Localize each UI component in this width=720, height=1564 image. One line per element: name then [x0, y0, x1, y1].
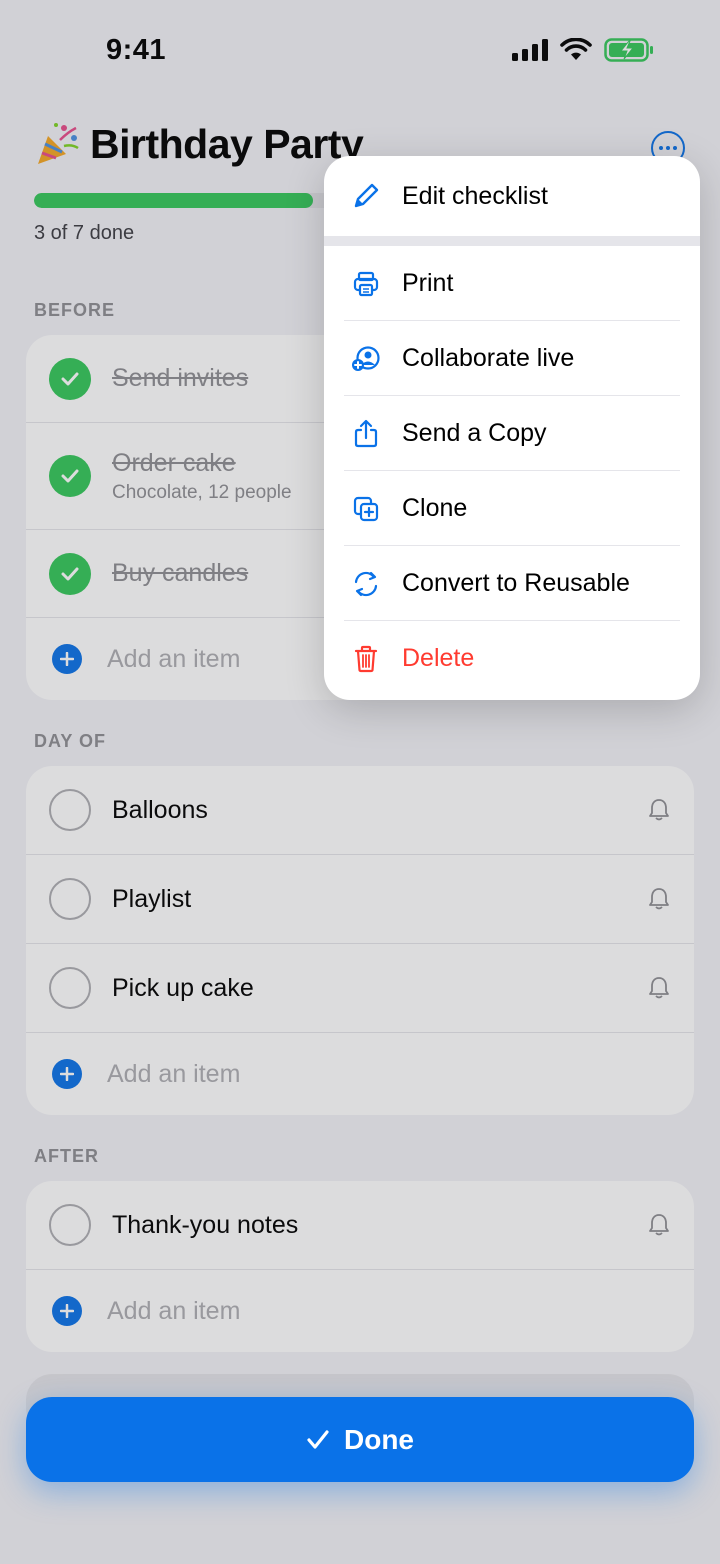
menu-item-print[interactable]: Print	[324, 246, 700, 321]
done-label: Done	[344, 1423, 414, 1455]
menu-item-label: Send a Copy	[402, 419, 547, 447]
menu-item-collaborate-live[interactable]: Collaborate live	[324, 321, 700, 396]
pencil-icon	[350, 180, 382, 212]
trash-icon	[350, 643, 382, 675]
context-menu: Edit checklist Print Collaborate live Se…	[324, 156, 700, 700]
menu-item-label: Print	[402, 269, 454, 297]
menu-item-delete[interactable]: Delete	[324, 621, 700, 696]
arrows-cycle-icon	[350, 568, 382, 600]
menu-item-label: Clone	[402, 494, 468, 522]
share-icon	[350, 418, 382, 450]
done-button[interactable]: Done	[26, 1397, 694, 1482]
duplicate-icon	[350, 493, 382, 525]
menu-item-edit-checklist[interactable]: Edit checklist	[324, 156, 700, 236]
menu-item-label: Edit checklist	[402, 181, 548, 210]
printer-icon	[350, 268, 382, 300]
menu-item-label: Collaborate live	[402, 344, 575, 372]
checkmark-icon	[307, 1429, 329, 1449]
menu-item-label: Convert to Reusable	[402, 569, 630, 597]
menu-item-send-copy[interactable]: Send a Copy	[324, 396, 700, 471]
menu-item-label: Delete	[402, 644, 475, 672]
menu-group-divider	[324, 236, 700, 246]
checklist-screen: 9:41 Birthday Party 3 of 7 done BEFORE S…	[0, 0, 720, 1564]
menu-item-clone[interactable]: Clone	[324, 471, 700, 546]
menu-item-convert-reusable[interactable]: Convert to Reusable	[324, 546, 700, 621]
person-badge-plus-icon	[350, 343, 382, 375]
